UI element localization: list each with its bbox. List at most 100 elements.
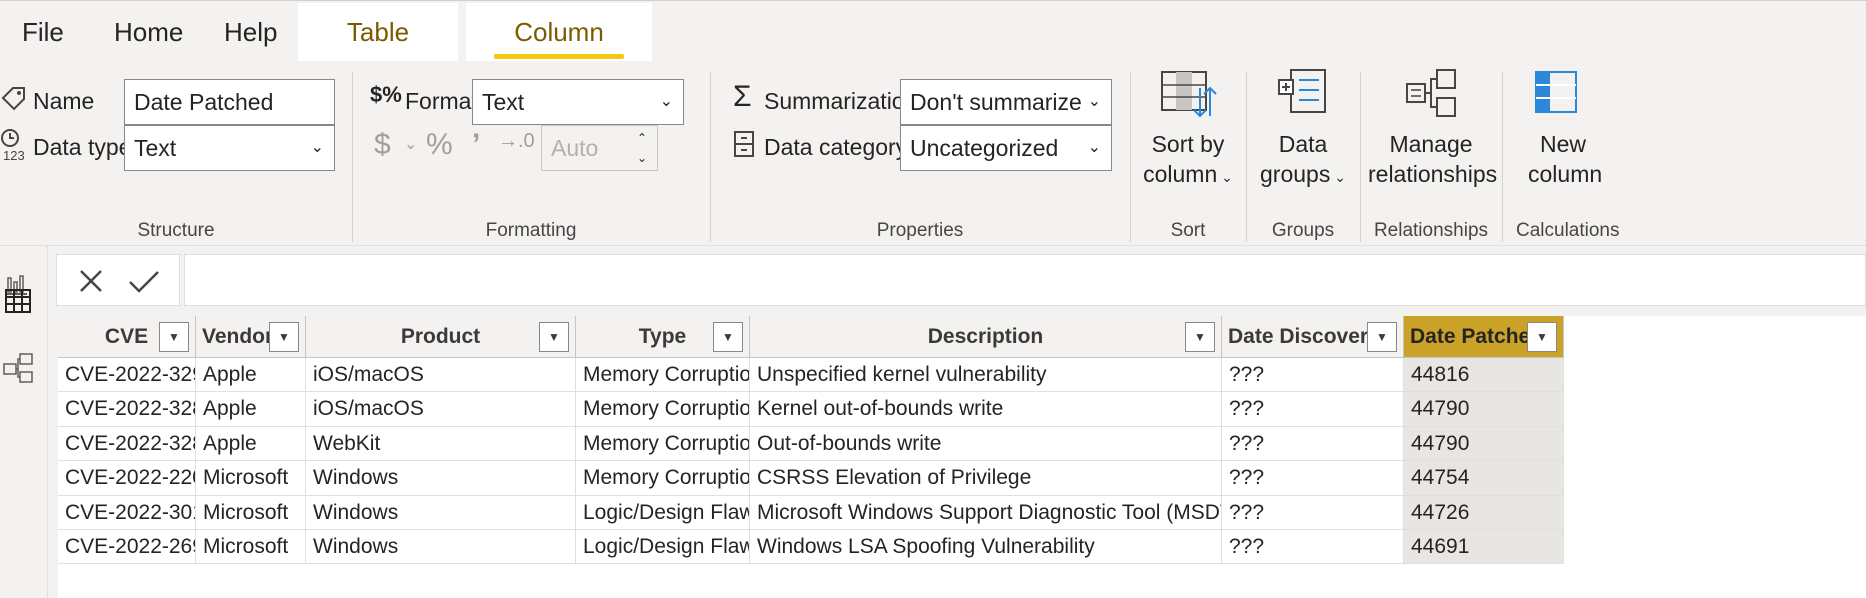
table-cell[interactable]: 44790 — [1404, 426, 1564, 462]
comma-style-icon[interactable]: ’ — [472, 128, 480, 162]
column-header-type[interactable]: Type ▼ — [576, 316, 750, 358]
new-column-button[interactable]: New column — [1524, 66, 1644, 189]
data-type-select[interactable]: Text ⌄ — [124, 125, 335, 171]
table-cell[interactable]: Kernel out-of-bounds write — [750, 392, 1222, 427]
sort-by-column-icon — [1161, 71, 1217, 118]
data-groups-button[interactable]: Data groups ⌄ — [1256, 66, 1350, 192]
table-cell[interactable]: WebKit — [306, 426, 576, 462]
data-grid: CVE ▼ Vendor ▼ Product ▼ Type ▼ Description ▼… — [58, 316, 1866, 598]
table-cell[interactable]: 44726 — [1404, 495, 1564, 530]
table-cell[interactable]: ??? — [1222, 461, 1404, 496]
filter-dropdown-icon[interactable]: ▼ — [713, 322, 743, 352]
decimal-places-input: Auto ⌃ ⌄ — [541, 125, 658, 171]
table-cell[interactable]: ??? — [1222, 530, 1404, 565]
column-header-label: Date Patched — [1410, 325, 1544, 348]
table-cell[interactable]: iOS/macOS — [306, 358, 576, 393]
table-cell[interactable]: Apple — [196, 358, 306, 393]
table-cell[interactable]: Logic/Design Flaw — [576, 530, 750, 565]
table-cell[interactable]: Windows — [306, 530, 576, 565]
table-cell[interactable]: CVE-2022-32894 — [58, 392, 196, 427]
manage-relationships-line2: relationships — [1368, 161, 1498, 187]
manage-relationships-button[interactable]: Manage relationships — [1368, 66, 1498, 189]
table-cell[interactable]: Apple — [196, 426, 306, 462]
cancel-icon[interactable] — [77, 267, 105, 295]
column-header-product[interactable]: Product ▼ — [306, 316, 576, 358]
filter-dropdown-icon[interactable]: ▼ — [1367, 322, 1397, 352]
column-header-label: Vendor — [202, 325, 274, 348]
sort-by-column-button[interactable]: Sort by column ⌄ — [1140, 66, 1236, 192]
table-cell[interactable]: CVE-2022-32917 — [58, 358, 196, 393]
tab-file[interactable]: File — [0, 3, 86, 61]
table-cell[interactable]: Microsoft — [196, 461, 306, 496]
tab-column-tools[interactable]: Column tools — [466, 3, 652, 105]
tag-icon — [1, 87, 25, 111]
table-cell[interactable]: Unspecified kernel vulnerability — [750, 358, 1222, 393]
column-header-vendor[interactable]: Vendor ▼ — [196, 316, 306, 358]
currency-icon[interactable]: $ — [374, 128, 391, 162]
table-cell[interactable]: CVE-2022-32893 — [58, 426, 196, 462]
filter-dropdown-icon[interactable]: ▼ — [159, 322, 189, 352]
column-name-input[interactable]: Date Patched — [124, 79, 335, 125]
table-cell[interactable]: Microsoft Windows Support Diagnostic Too… — [750, 495, 1222, 530]
summarization-select[interactable]: Don't summarize ⌄ — [900, 79, 1112, 125]
chevron-down-icon: ⌄ — [659, 93, 673, 110]
filter-dropdown-icon[interactable]: ▼ — [1527, 322, 1557, 352]
column-header-date-discovered[interactable]: Date Discovered ▼ — [1222, 316, 1404, 358]
table-cell[interactable]: Apple — [196, 392, 306, 427]
column-header-description[interactable]: Description ▼ — [750, 316, 1222, 358]
table-cell[interactable]: Memory Corruption — [576, 426, 750, 462]
filter-dropdown-icon[interactable]: ▼ — [269, 322, 299, 352]
tab-table-tools[interactable]: Table tools — [298, 3, 458, 105]
model-view-icon[interactable] — [2, 352, 34, 384]
table-cell[interactable]: iOS/macOS — [306, 392, 576, 427]
column-header-cve[interactable]: CVE ▼ — [58, 316, 196, 358]
table-cell[interactable]: Microsoft — [196, 495, 306, 530]
chevron-down-icon: ⌄ — [1330, 169, 1346, 185]
table-cell[interactable]: 44816 — [1404, 358, 1564, 393]
column-header-label: Product — [400, 325, 481, 348]
table-cell[interactable]: Memory Corruption — [576, 392, 750, 427]
filter-dropdown-icon[interactable]: ▼ — [1185, 322, 1215, 352]
filter-dropdown-icon[interactable]: ▼ — [539, 322, 569, 352]
table-cell[interactable]: Memory Corruption — [576, 461, 750, 496]
table-cell[interactable]: CSRSS Elevation of Privilege — [750, 461, 1222, 496]
groups-group-label: Groups — [1271, 220, 1335, 241]
table-cell[interactable]: Windows LSA Spoofing Vulnerability — [750, 530, 1222, 565]
table-cell[interactable]: ??? — [1222, 358, 1404, 393]
tab-home[interactable]: Home — [92, 3, 205, 61]
chevron-down-icon: ⌄ — [310, 139, 324, 156]
table-cell[interactable]: Windows — [306, 495, 576, 530]
table-cell[interactable]: ??? — [1222, 495, 1404, 530]
table-cell[interactable]: CVE-2022-30190 — [58, 495, 196, 530]
data-category-select[interactable]: Uncategorized ⌄ — [900, 125, 1112, 171]
table-cell[interactable]: 44691 — [1404, 530, 1564, 565]
decimal-places-icon[interactable]: →.0 — [498, 130, 535, 153]
table-cell[interactable]: Logic/Design Flaw — [576, 495, 750, 530]
table-cell[interactable]: CVE-2022-22047 — [58, 461, 196, 496]
column-header-label: CVE — [104, 325, 149, 348]
table-cell[interactable]: 44790 — [1404, 392, 1564, 427]
table-view-icon[interactable] — [4, 288, 32, 314]
table-cell[interactable]: Memory Corruption — [576, 358, 750, 393]
table-cell[interactable]: ??? — [1222, 426, 1404, 462]
spin-down-icon: ⌄ — [636, 151, 647, 165]
format-select[interactable]: Text ⌄ — [472, 79, 684, 125]
tab-help[interactable]: Help — [202, 3, 299, 61]
table-cell[interactable]: Windows — [306, 461, 576, 496]
table-cell[interactable]: Out-of-bounds write — [750, 426, 1222, 462]
formula-input[interactable] — [184, 254, 1866, 306]
table-cell[interactable]: CVE-2022-26925 — [58, 530, 196, 565]
divider — [352, 72, 353, 242]
column-header-label: Type — [638, 325, 687, 348]
table-cell[interactable]: 44754 — [1404, 461, 1564, 496]
percent-icon[interactable]: % — [426, 128, 453, 162]
commit-icon[interactable] — [127, 267, 161, 295]
data-type-label: Data type — [33, 134, 132, 160]
column-header-date-patched[interactable]: Date Patched ▼ — [1404, 316, 1564, 358]
divider — [710, 72, 711, 242]
table-cell[interactable]: Microsoft — [196, 530, 306, 565]
divider — [1130, 72, 1131, 242]
new-column-line2: column — [1528, 161, 1603, 187]
summarization-value: Don't summarize — [910, 89, 1082, 115]
table-cell[interactable]: ??? — [1222, 392, 1404, 427]
